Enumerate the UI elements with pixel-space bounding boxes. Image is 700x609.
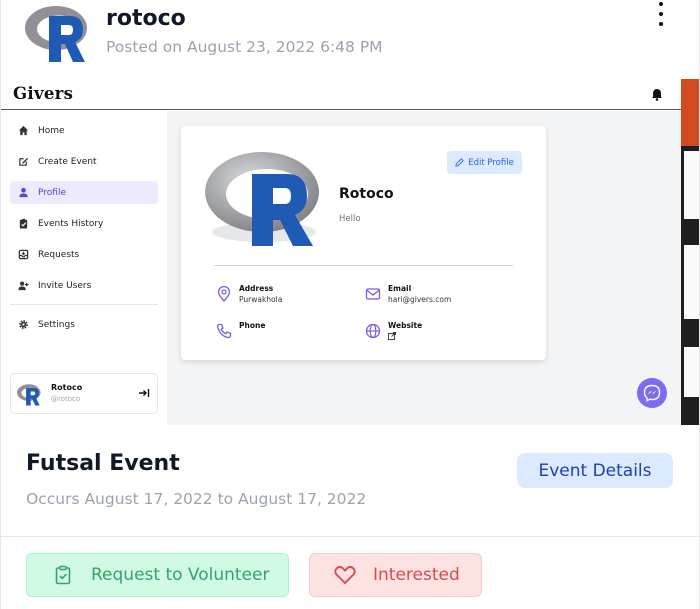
messenger-icon xyxy=(637,378,667,408)
mail-icon xyxy=(365,288,381,300)
address-field: Address Purwakhola xyxy=(216,284,356,314)
event-details-button[interactable]: Event Details xyxy=(517,453,673,488)
edit-square-icon xyxy=(19,157,29,166)
sidebar-user-handle: @rotoco xyxy=(51,395,81,403)
right-edge-strip xyxy=(681,79,699,425)
sidebar-user-card: Rotoco @rotoco xyxy=(10,373,158,414)
map-pin-icon xyxy=(217,286,231,302)
heart-icon xyxy=(334,565,356,585)
sidebar-item-home: Home xyxy=(10,119,158,142)
address-label: Address xyxy=(239,284,274,293)
edit-profile-label: Edit Profile xyxy=(468,157,514,168)
sidebar-item-profile: Profile xyxy=(10,181,158,204)
sidebar-item-label: Create Event xyxy=(38,156,97,167)
event-dates: Occurs August 17, 2022 to August 17, 202… xyxy=(26,490,367,508)
sidebar-item-label: Home xyxy=(38,125,65,136)
sidebar-divider xyxy=(10,304,158,305)
phone-icon xyxy=(216,323,232,339)
sidebar-user-name: Rotoco xyxy=(51,383,83,392)
app-topbar: Givers xyxy=(1,79,681,110)
sidebar-item-requests: Requests xyxy=(10,243,158,266)
sidebar-item-label: Invite Users xyxy=(38,280,92,291)
email-field: Email hari@givers.com xyxy=(365,284,505,314)
request-to-volunteer-button[interactable]: Request to Volunteer xyxy=(26,553,289,597)
sidebar-item-label: Profile xyxy=(38,187,66,198)
profile-divider xyxy=(214,265,513,266)
interested-button[interactable]: Interested xyxy=(309,553,482,597)
app-logo: Givers xyxy=(13,84,74,103)
website-label: Website xyxy=(388,321,423,330)
interested-label: Interested xyxy=(373,565,460,585)
post-username[interactable]: rotoco xyxy=(106,6,186,31)
profile-name: Rotoco xyxy=(339,186,394,202)
kebab-menu-icon[interactable] xyxy=(651,2,671,26)
website-field: Website xyxy=(365,321,505,351)
sidebar-item-invite-users: Invite Users xyxy=(10,274,158,297)
section-divider xyxy=(1,536,700,537)
logout-icon xyxy=(139,389,150,397)
person-icon xyxy=(19,187,28,198)
home-icon xyxy=(18,125,29,136)
edit-profile-button: Edit Profile xyxy=(447,151,522,174)
sidebar-item-label: Settings xyxy=(38,319,75,330)
profile-bio: Hello xyxy=(339,214,361,224)
sidebar-item-create-event: Create Event xyxy=(10,150,158,173)
address-value: Purwakhola xyxy=(239,295,283,304)
post-timestamp: Posted on August 23, 2022 6:48 PM xyxy=(106,38,383,56)
phone-label: Phone xyxy=(239,321,266,330)
phone-field: Phone xyxy=(216,321,356,351)
clipboard-check-icon xyxy=(55,565,71,585)
post-header: rotoco Posted on August 23, 2022 6:48 PM xyxy=(25,0,685,70)
email-value: hari@givers.com xyxy=(388,295,452,304)
r-logo-icon[interactable] xyxy=(25,0,91,66)
volunteer-label: Request to Volunteer xyxy=(91,565,270,585)
sidebar: Home Create Event Profile Events History… xyxy=(1,111,167,425)
profile-card: Rotoco Hello Edit Profile Address Purwak… xyxy=(181,126,546,360)
post-card: rotoco Posted on August 23, 2022 6:48 PM… xyxy=(0,0,700,609)
profile-avatar xyxy=(205,152,319,246)
external-link-icon xyxy=(388,332,396,340)
email-label: Email xyxy=(388,284,412,293)
bell-icon xyxy=(652,89,662,101)
sidebar-item-events-history: Events History xyxy=(10,212,158,235)
pencil-icon xyxy=(455,158,464,167)
content-area: Rotoco Hello Edit Profile Address Purwak… xyxy=(167,111,681,425)
sidebar-item-settings: Settings xyxy=(10,313,158,336)
globe-icon xyxy=(365,323,381,339)
gear-icon xyxy=(19,320,28,329)
r-logo-icon xyxy=(17,384,41,406)
user-plus-icon xyxy=(18,281,29,291)
clipboard-icon xyxy=(19,218,28,229)
sidebar-item-label: Requests xyxy=(38,249,80,260)
sidebar-item-label: Events History xyxy=(38,218,104,229)
inbox-icon xyxy=(18,249,29,260)
screenshot-image: Givers Home Create Event Profile Events … xyxy=(1,79,699,425)
event-title: Futsal Event xyxy=(26,451,180,476)
